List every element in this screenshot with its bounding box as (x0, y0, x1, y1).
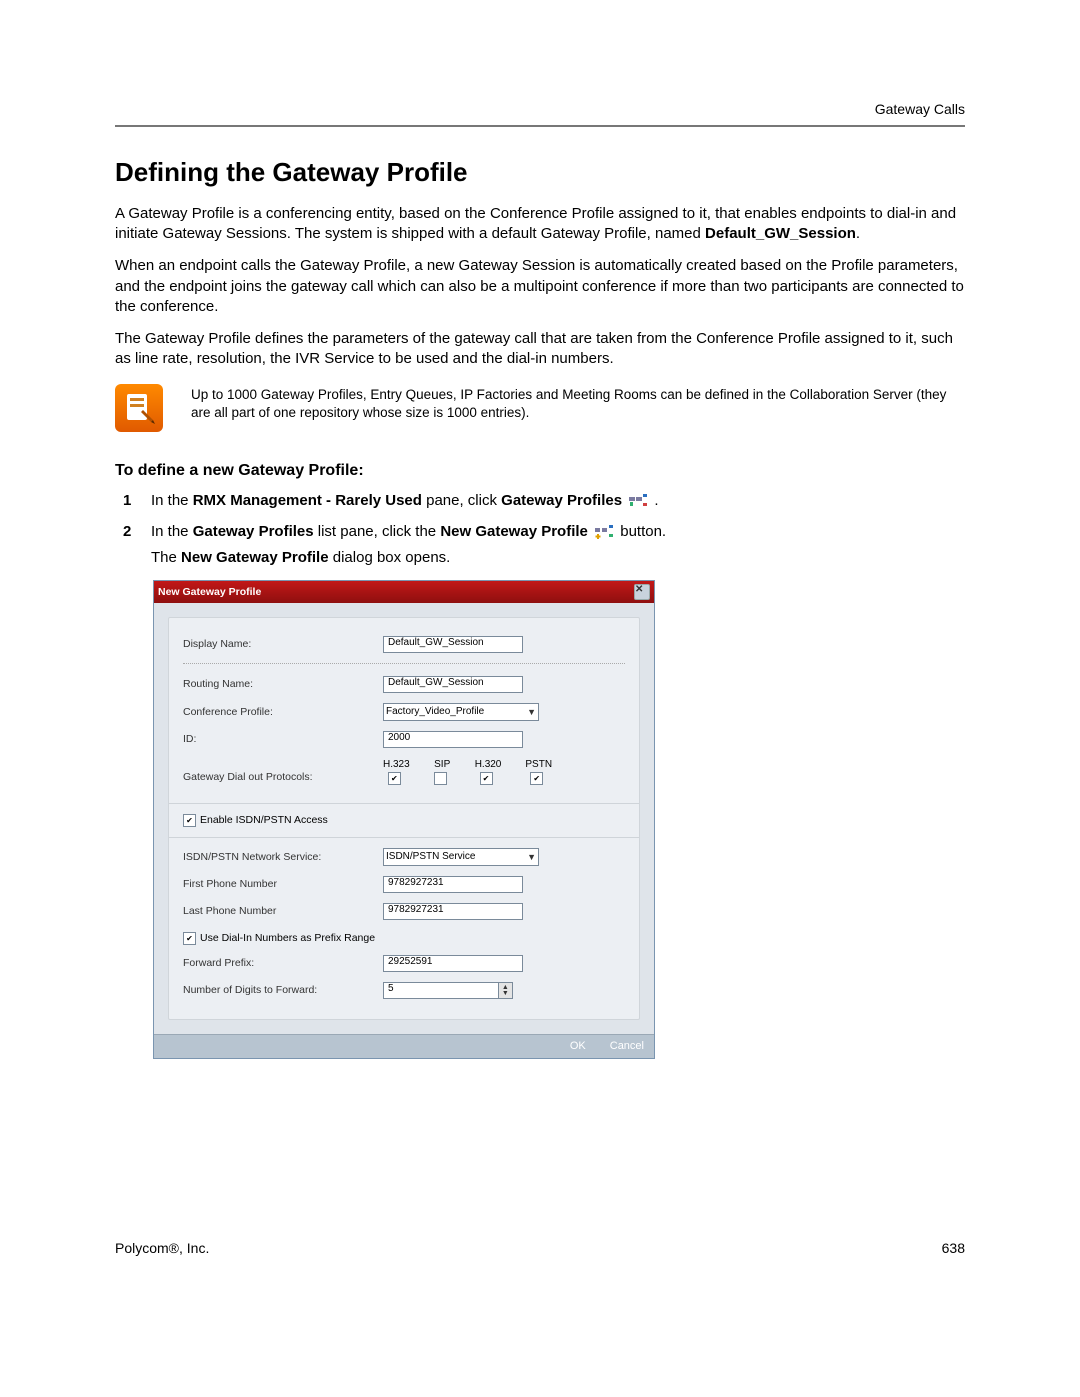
conference-profile-label: Conference Profile: (183, 707, 383, 718)
forward-prefix-label: Forward Prefix: (183, 958, 383, 969)
last-phone-label: Last Phone Number (183, 906, 383, 917)
use-prefix-checkbox[interactable]: ✔ (183, 932, 196, 945)
id-label: ID: (183, 734, 383, 745)
note-text: Up to 1000 Gateway Profiles, Entry Queue… (191, 384, 965, 432)
paragraph-1: A Gateway Profile is a conferencing enti… (115, 204, 965, 245)
dialog-title: New Gateway Profile (158, 587, 261, 598)
footer-page-number: 638 (942, 1239, 965, 1258)
h323-checkbox[interactable]: ✔ (388, 772, 401, 785)
isdn-service-select[interactable]: ISDN/PSTN Service ▼ (383, 848, 539, 866)
header-rule (115, 125, 965, 127)
sip-checkbox[interactable] (434, 772, 447, 785)
digits-forward-label: Number of Digits to Forward: (183, 985, 383, 996)
h320-checkbox[interactable]: ✔ (480, 772, 493, 785)
footer-left: Polycom®, Inc. (115, 1239, 209, 1258)
first-phone-label: First Phone Number (183, 879, 383, 890)
procedure-title: To define a new Gateway Profile: (115, 460, 965, 482)
paragraph-2: When an endpoint calls the Gateway Profi… (115, 256, 965, 317)
display-name-input[interactable]: Default_GW_Session (383, 636, 523, 653)
page-title: Defining the Gateway Profile (115, 155, 965, 190)
dialog-footer: OK Cancel (154, 1034, 654, 1058)
digits-forward-spinner[interactable]: 5 ▲▼ (383, 982, 513, 999)
note-icon (115, 384, 163, 432)
last-phone-input[interactable]: 9782927231 (383, 903, 523, 920)
routing-name-input[interactable]: Default_GW_Session (383, 676, 523, 693)
display-name-label: Display Name: (183, 639, 383, 650)
enable-isdn-checkbox[interactable]: ✔ (183, 814, 196, 827)
page-header: Gateway Calls (115, 100, 965, 125)
protocols-label: Gateway Dial out Protocols: (183, 760, 383, 783)
step-1: 1 In the RMX Management - Rarely Used pa… (151, 491, 965, 511)
forward-prefix-input[interactable]: 29252591 (383, 955, 523, 972)
note-block: Up to 1000 Gateway Profiles, Entry Queue… (115, 384, 965, 432)
paragraph-3: The Gateway Profile defines the paramete… (115, 329, 965, 370)
use-prefix-label: Use Dial-In Numbers as Prefix Range (200, 933, 375, 944)
first-phone-input[interactable]: 9782927231 (383, 876, 523, 893)
ok-button[interactable]: OK (570, 1041, 586, 1052)
routing-name-label: Routing Name: (183, 679, 383, 690)
close-icon[interactable]: ✕ (634, 584, 650, 600)
isdn-service-label: ISDN/PSTN Network Service: (183, 852, 383, 863)
new-gateway-profile-icon (594, 524, 614, 540)
separator (183, 663, 625, 664)
conference-profile-select[interactable]: Factory_Video_Profile ▼ (383, 703, 539, 721)
id-input[interactable]: 2000 (383, 731, 523, 748)
spinner-arrows-icon[interactable]: ▲▼ (498, 982, 513, 999)
gateway-profiles-icon (628, 493, 648, 509)
cancel-button[interactable]: Cancel (610, 1041, 644, 1052)
enable-isdn-label: Enable ISDN/PSTN Access (200, 815, 328, 826)
step-2: 2 In the Gateway Profiles list pane, cli… (151, 522, 965, 569)
pstn-checkbox[interactable]: ✔ (530, 772, 543, 785)
chevron-down-icon: ▼ (527, 708, 536, 717)
chevron-down-icon: ▼ (527, 853, 536, 862)
dialog-titlebar: New Gateway Profile ✕ (154, 581, 654, 603)
new-gateway-profile-dialog: New Gateway Profile ✕ Display Name: Defa… (153, 580, 655, 1059)
